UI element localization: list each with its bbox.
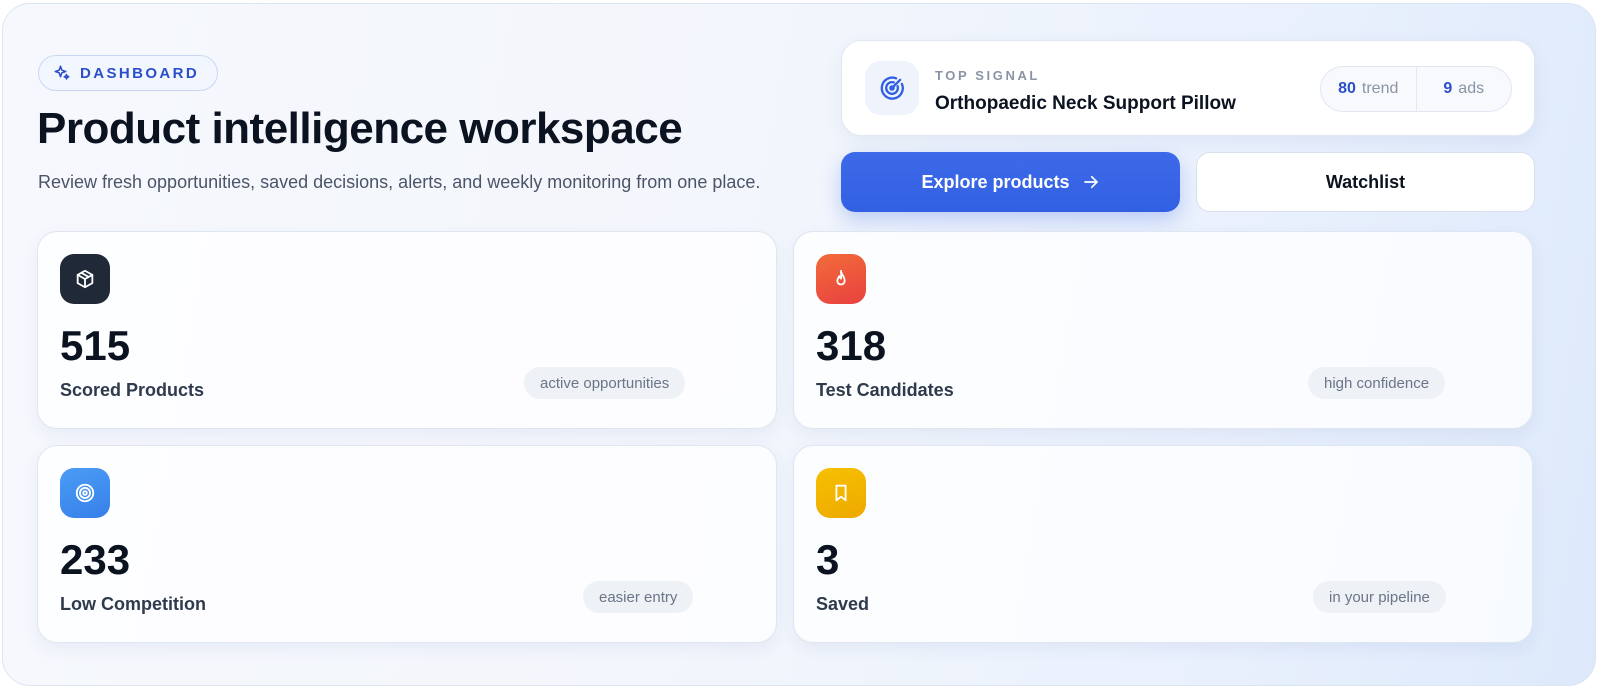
page-title: Product intelligence workspace xyxy=(37,104,683,153)
metric-chip: easier entry xyxy=(583,581,694,613)
metric-card-saved[interactable]: 3 Saved in your pipeline xyxy=(793,445,1533,643)
dashboard-panel: DASHBOARD Product intelligence workspace… xyxy=(2,3,1596,686)
ads-stat: 9 ads xyxy=(1415,67,1512,111)
metric-label: Saved xyxy=(816,594,870,614)
sparkles-icon xyxy=(54,65,70,80)
dashboard-badge: DASHBOARD xyxy=(38,55,219,91)
trend-stat: 80 trend xyxy=(1321,67,1416,111)
package-icon xyxy=(60,254,110,304)
watchlist-button[interactable]: Watchlist xyxy=(1196,152,1535,212)
top-signal-label: TOP SIGNAL xyxy=(935,68,1040,83)
top-signal-card[interactable]: TOP SIGNAL Orthopaedic Neck Support Pill… xyxy=(841,40,1535,136)
metric-chip: high confidence xyxy=(1308,367,1446,399)
metric-value: 515 xyxy=(60,322,131,369)
top-signal-stats: 80 trend 9 ads xyxy=(1320,66,1512,112)
metric-card-scored-products[interactable]: 515 Scored Products active opportunities xyxy=(37,231,777,429)
metric-value: 318 xyxy=(816,322,887,369)
bookmark-icon xyxy=(816,468,866,518)
metric-chip: active opportunities xyxy=(524,367,686,399)
flame-icon xyxy=(816,254,866,304)
metric-value: 3 xyxy=(816,536,840,583)
watchlist-label: Watchlist xyxy=(1325,171,1406,192)
arrow-right-icon xyxy=(1083,175,1098,189)
metric-chip: in your pipeline xyxy=(1313,581,1446,613)
ads-label: ads xyxy=(1458,80,1485,97)
metric-card-test-candidates[interactable]: 318 Test Candidates high confidence xyxy=(793,231,1533,429)
target-icon xyxy=(60,468,110,518)
explore-products-label: Explore products xyxy=(921,171,1070,192)
radar-icon xyxy=(865,61,919,115)
metric-value: 233 xyxy=(60,536,131,583)
metric-label: Low Competition xyxy=(60,594,206,614)
metric-card-low-competition[interactable]: 233 Low Competition easier entry xyxy=(37,445,777,643)
top-signal-product[interactable]: Orthopaedic Neck Support Pillow xyxy=(935,93,1236,115)
badge-label: DASHBOARD xyxy=(80,64,200,82)
ads-value: 9 xyxy=(1443,80,1453,97)
trend-value: 80 xyxy=(1338,80,1356,97)
metric-label: Scored Products xyxy=(60,380,205,400)
explore-products-button[interactable]: Explore products xyxy=(841,152,1180,212)
metric-label: Test Candidates xyxy=(816,380,954,400)
page-subtitle: Review fresh opportunities, saved decisi… xyxy=(38,172,761,192)
trend-label: trend xyxy=(1361,80,1399,97)
